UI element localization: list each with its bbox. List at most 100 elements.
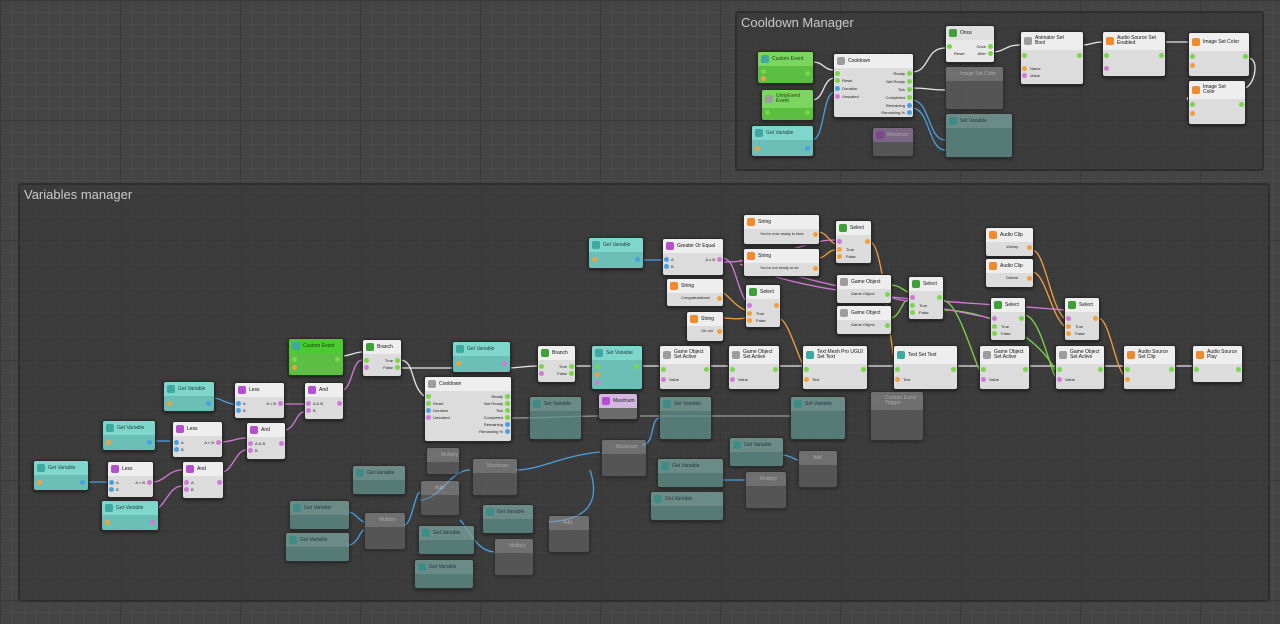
set-variable-node-faded[interactable]: Set Variable bbox=[790, 396, 846, 440]
less-node[interactable]: Less ABA < B bbox=[234, 382, 285, 419]
add-node-faded[interactable]: Add bbox=[548, 515, 590, 553]
select-node[interactable]: Select True False bbox=[1064, 297, 1100, 341]
less-node[interactable]: Less ABA < B bbox=[172, 421, 223, 458]
variable-icon bbox=[733, 441, 741, 449]
audio-source-play-node[interactable]: Audio Source Play bbox=[1192, 345, 1243, 383]
greater-equal-icon bbox=[666, 242, 674, 250]
get-variable-node[interactable]: Get Variable bbox=[751, 125, 814, 157]
get-variable-node-faded[interactable]: Get Variable bbox=[289, 500, 350, 530]
less-node[interactable]: Less ABA < B bbox=[107, 461, 154, 498]
add-node-faded[interactable]: Add bbox=[798, 450, 838, 488]
variable-icon bbox=[356, 469, 364, 477]
maximum-node[interactable]: Maximum bbox=[598, 393, 638, 420]
variable-icon bbox=[755, 129, 763, 137]
game-object-set-active-node[interactable]: Game Object Set Active Value bbox=[728, 345, 780, 390]
audio-source-set-enabled-node[interactable]: Audio Source Set Enabled bbox=[1102, 31, 1166, 77]
audio-source-set-clip-node[interactable]: Audio Source Set Clip bbox=[1123, 345, 1176, 390]
select-icon bbox=[994, 301, 1002, 309]
function-icon bbox=[876, 131, 884, 139]
select-node[interactable]: Select True False bbox=[745, 284, 781, 328]
variable-icon bbox=[595, 349, 603, 357]
set-variable-node-faded[interactable]: Set Variable bbox=[945, 113, 1013, 158]
get-variable-node-faded[interactable]: Get Variable bbox=[285, 532, 350, 562]
maximum-node-faded[interactable]: Maximum bbox=[472, 458, 518, 496]
game-object-set-active-node[interactable]: Game Object Set Active Value bbox=[979, 345, 1030, 390]
unity-event-node[interactable]: UnityEvent Event bbox=[761, 89, 814, 121]
get-variable-node[interactable]: Get Variable bbox=[101, 500, 159, 531]
clock-icon bbox=[837, 57, 845, 65]
variable-icon bbox=[794, 400, 802, 408]
multiply-icon bbox=[430, 451, 438, 459]
set-variable-node[interactable]: Set Variable bbox=[591, 345, 643, 390]
greater-or-equal-node[interactable]: Greater Or Equal ABA ≥ B bbox=[662, 238, 724, 276]
custom-event-node[interactable]: Custom Event bbox=[288, 338, 344, 376]
string-icon bbox=[747, 252, 755, 260]
audio-clip-node[interactable]: Audio Clip Victory bbox=[985, 227, 1034, 257]
get-variable-node-faded[interactable]: Get Variable bbox=[657, 458, 724, 488]
variable-icon bbox=[418, 563, 426, 571]
get-variable-node-faded[interactable]: Get Variable bbox=[650, 491, 724, 521]
get-variable-node-faded[interactable]: Get Variable bbox=[729, 437, 784, 467]
cooldown-node[interactable]: Cooldown Reset Duration Unscaled Ready N… bbox=[833, 53, 914, 118]
string-node[interactable]: String Oh no! bbox=[686, 311, 724, 342]
event-icon bbox=[292, 342, 300, 350]
text-set-text-node[interactable]: Text Set Text Text bbox=[893, 345, 958, 390]
string-node[interactable]: String You're now ready to face bbox=[743, 214, 820, 245]
branch-node[interactable]: Branch True False bbox=[362, 339, 402, 377]
get-variable-node[interactable]: Get Variable bbox=[163, 381, 215, 412]
select-node[interactable]: Select True False bbox=[908, 276, 944, 320]
multiply-node-faded[interactable]: Multiply bbox=[494, 538, 534, 576]
once-node[interactable]: Once Once Reset After bbox=[945, 25, 995, 63]
string-node[interactable]: String You're not ready to se bbox=[743, 248, 820, 277]
select-node[interactable]: Select True False bbox=[990, 297, 1026, 341]
game-object-set-active-node[interactable]: Game Object Set Active Value bbox=[659, 345, 711, 390]
cube-icon bbox=[663, 351, 671, 359]
string-node[interactable]: String Congratulations! bbox=[666, 278, 724, 307]
and-node[interactable]: And A & BB bbox=[304, 382, 344, 420]
and-node[interactable]: And A & BB bbox=[246, 422, 286, 460]
variable-icon bbox=[949, 117, 957, 125]
string-icon bbox=[690, 315, 698, 323]
game-object-node[interactable]: Game Object Game Object bbox=[836, 274, 892, 304]
get-variable-node-faded[interactable]: Get Variable bbox=[418, 525, 475, 555]
maximum-node-faded[interactable]: Maximum bbox=[601, 439, 647, 477]
game-object-node[interactable]: Game Object Game Object bbox=[836, 305, 892, 335]
maximum-node-faded[interactable]: Maximum bbox=[872, 127, 914, 157]
game-object-set-active-node[interactable]: Game Object Set Active Value bbox=[1055, 345, 1105, 390]
multiply-node-faded[interactable]: Multiply bbox=[364, 512, 406, 550]
get-variable-node[interactable]: Get Variable bbox=[452, 341, 511, 373]
get-variable-node[interactable]: Get Variable bbox=[102, 420, 156, 451]
tmp-set-text-node[interactable]: Text Mesh Pro UGUI Set Text Text bbox=[802, 345, 868, 390]
get-variable-node[interactable]: Get Variable bbox=[33, 460, 89, 491]
cooldown-node[interactable]: Cooldown Reset Duration Unscaled Ready N… bbox=[424, 376, 512, 442]
set-variable-node-faded[interactable]: Set Variable bbox=[529, 396, 582, 440]
variable-icon bbox=[486, 508, 494, 516]
text-icon bbox=[897, 351, 905, 359]
get-variable-node-faded[interactable]: Get Variable bbox=[414, 559, 474, 589]
add-icon bbox=[424, 484, 432, 492]
cube-icon bbox=[1059, 351, 1067, 359]
image-set-color-node-2[interactable]: Image Set Color bbox=[1188, 80, 1246, 125]
get-variable-node-faded[interactable]: Get Variable bbox=[482, 504, 534, 534]
add-icon bbox=[802, 454, 810, 462]
get-variable-node[interactable]: Get Variable bbox=[588, 237, 644, 269]
custom-event-node[interactable]: Custom Event bbox=[757, 51, 814, 84]
get-variable-node-faded[interactable]: Get Variable bbox=[352, 465, 406, 495]
add-node-faded[interactable]: Add bbox=[420, 480, 460, 516]
image-set-color-node[interactable]: Image Set Color bbox=[1188, 32, 1250, 77]
less-than-icon bbox=[111, 465, 119, 473]
and-node[interactable]: And AB bbox=[182, 461, 224, 499]
set-variable-node-faded[interactable]: Set Variable bbox=[659, 396, 712, 440]
branch-node[interactable]: Branch True False bbox=[537, 345, 576, 383]
function-icon bbox=[602, 397, 610, 405]
audio-clip-node[interactable]: Audio Clip Defeat bbox=[985, 258, 1034, 288]
animator-set-bool-node[interactable]: Animator Set Bool Name Value bbox=[1020, 31, 1084, 85]
variable-icon bbox=[167, 385, 175, 393]
less-than-icon bbox=[238, 386, 246, 394]
multiply-node-faded[interactable]: Multiply bbox=[426, 447, 460, 475]
custom-event-trigger-node-faded[interactable]: Custom Event Trigger bbox=[870, 391, 924, 441]
audio-clip-icon bbox=[989, 262, 997, 270]
select-node[interactable]: Select True False bbox=[835, 220, 872, 264]
multiply-node-faded[interactable]: Multiply bbox=[745, 471, 787, 509]
image-node-faded[interactable]: Image Set Color bbox=[945, 66, 1004, 110]
